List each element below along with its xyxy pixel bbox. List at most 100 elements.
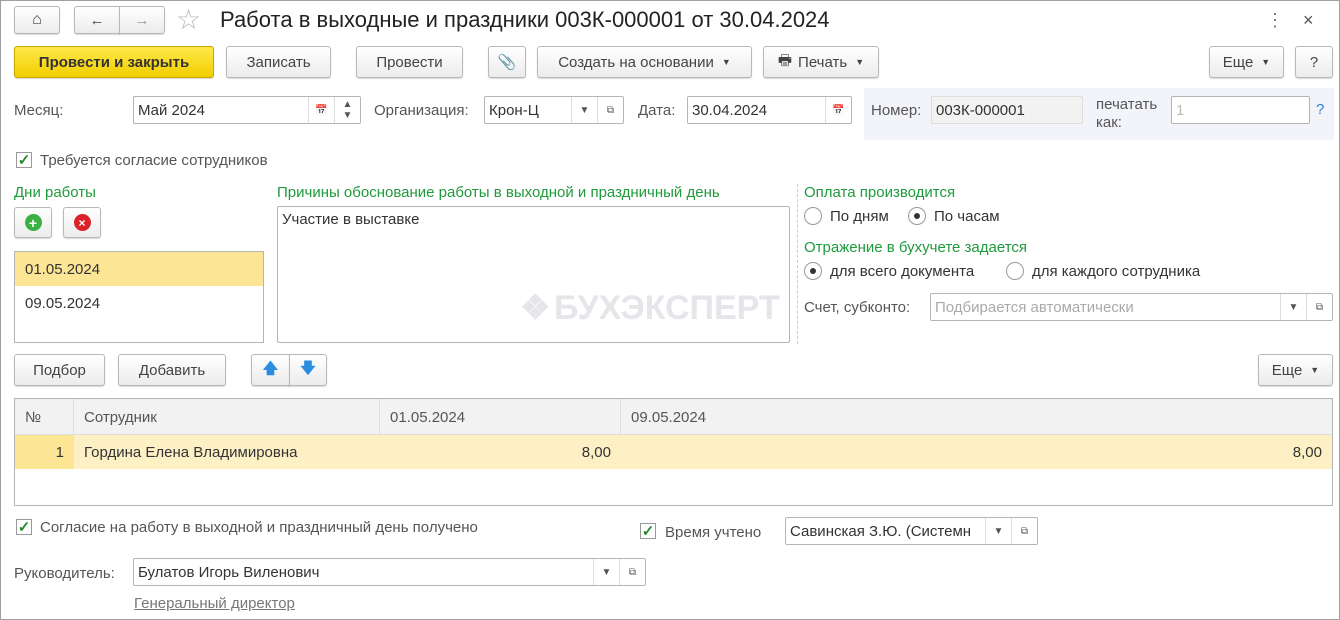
arrow-down-icon: 🡇 bbox=[300, 359, 316, 377]
more-button[interactable]: Еще ▼ bbox=[1209, 46, 1284, 78]
org-input[interactable]: Крон-Ц ▼ ⧉ bbox=[484, 96, 624, 124]
open-icon[interactable]: ⧉ bbox=[1306, 294, 1332, 320]
divider bbox=[797, 184, 798, 344]
date-label: Дата: bbox=[638, 102, 676, 119]
time-counted-input[interactable]: Савинская З.Ю. (Системн ▼ ⧉ bbox=[785, 517, 1038, 545]
month-input[interactable]: Май 2024 📅 ▲ ▼ bbox=[133, 96, 361, 124]
forward-button[interactable]: → bbox=[119, 6, 165, 34]
list-item[interactable]: 01.05.2024 bbox=[15, 252, 263, 286]
open-icon[interactable]: ⧉ bbox=[597, 97, 623, 123]
each-employee-label: для каждого сотрудника bbox=[1032, 263, 1201, 280]
more-label: Еще bbox=[1222, 53, 1254, 71]
more-menu-icon[interactable]: ⋮ bbox=[1266, 10, 1284, 31]
open-icon[interactable]: ⧉ bbox=[619, 559, 645, 585]
post-and-close-button[interactable]: Провести и закрыть bbox=[14, 46, 214, 78]
move-down-button[interactable]: 🡇 bbox=[289, 354, 327, 386]
dropdown-icon: ▼ bbox=[721, 57, 731, 67]
list-item[interactable]: 09.05.2024 bbox=[15, 286, 263, 320]
pick-button[interactable]: Подбор bbox=[14, 354, 105, 386]
each-employee-radio[interactable] bbox=[1006, 262, 1024, 280]
home-button[interactable]: ⌂ bbox=[14, 6, 60, 34]
row-employee: Гордина Елена Владимировна bbox=[84, 443, 298, 461]
delete-circle-icon: × bbox=[73, 214, 91, 231]
star-icon[interactable]: ☆ bbox=[176, 3, 201, 36]
account-label: Счет, субконто: bbox=[804, 299, 911, 316]
work-days-title: Дни работы bbox=[14, 184, 96, 201]
work-days-list[interactable]: 01.05.2024 09.05.2024 bbox=[14, 251, 264, 343]
help-link[interactable]: ? bbox=[1316, 101, 1324, 118]
account-input[interactable]: Подбирается автоматически ▼ ⧉ bbox=[930, 293, 1333, 321]
dropdown-icon: ▼ bbox=[855, 57, 865, 67]
table-more-button[interactable]: Еще ▼ bbox=[1258, 354, 1333, 386]
date-value: 30.04.2024 bbox=[692, 101, 768, 119]
org-value: Крон-Ц bbox=[489, 101, 539, 119]
dropdown-icon[interactable]: ▼ bbox=[1280, 294, 1306, 320]
by-days-radio[interactable] bbox=[804, 207, 822, 225]
add-button[interactable]: Добавить bbox=[118, 354, 226, 386]
manager-value: Булатов Игорь Виленович bbox=[138, 563, 320, 581]
header-employee[interactable]: Сотрудник bbox=[74, 399, 380, 435]
spin-icon[interactable]: ▲ ▼ bbox=[334, 97, 360, 123]
time-counted-label: Время учтено bbox=[665, 524, 762, 541]
print-as-label: печатать как: bbox=[1096, 96, 1158, 131]
dropdown-icon: ▼ bbox=[1310, 365, 1320, 375]
header-number[interactable]: № bbox=[15, 399, 74, 435]
page-title: Работа в выходные и праздники 003К-00000… bbox=[220, 7, 830, 32]
save-button[interactable]: Записать bbox=[226, 46, 331, 78]
paperclip-icon: 📎 bbox=[497, 54, 517, 71]
add-day-button[interactable]: + bbox=[14, 207, 52, 238]
calendar-icon[interactable]: 📅 bbox=[825, 97, 851, 123]
dropdown-icon[interactable]: ▼ bbox=[593, 559, 619, 585]
consent-received-checkbox[interactable]: ✓ bbox=[16, 519, 32, 535]
move-up-button[interactable]: 🡅 bbox=[251, 354, 290, 386]
consent-required-label: Требуется согласие сотрудников bbox=[40, 152, 268, 169]
more-label: Еще bbox=[1271, 361, 1303, 379]
time-counted-value: Савинская З.Ю. (Системн bbox=[790, 522, 972, 540]
close-icon[interactable]: × bbox=[1303, 10, 1314, 31]
account-placeholder: Подбирается автоматически bbox=[935, 298, 1134, 316]
row-number: 1 bbox=[15, 435, 74, 469]
header-day1[interactable]: 01.05.2024 bbox=[380, 399, 621, 435]
manager-input[interactable]: Булатов Игорь Виленович ▼ ⧉ bbox=[133, 558, 646, 586]
consent-received-label: Согласие на работу в выходной и празднич… bbox=[40, 519, 478, 536]
number-input[interactable]: 003К-000001 bbox=[931, 96, 1083, 124]
home-icon: ⌂ bbox=[32, 11, 42, 28]
post-button[interactable]: Провести bbox=[356, 46, 463, 78]
dropdown-icon[interactable]: ▼ bbox=[571, 97, 597, 123]
print-button[interactable]: 🖶 Печать ▼ bbox=[763, 46, 879, 78]
print-as-input[interactable]: 1 bbox=[1171, 96, 1310, 124]
back-button[interactable]: ← bbox=[74, 6, 120, 34]
row-day2-hours: 8,00 bbox=[1292, 443, 1322, 461]
arrow-up-icon: 🡅 bbox=[262, 359, 279, 377]
delete-day-button[interactable]: × bbox=[63, 207, 101, 238]
header-day2[interactable]: 09.05.2024 bbox=[621, 399, 1332, 435]
dropdown-icon[interactable]: ▼ bbox=[985, 518, 1011, 544]
table-row[interactable]: 1 Гордина Елена Владимировна 8,00 8,00 bbox=[15, 435, 1332, 469]
accounting-title: Отражение в бухучете задается bbox=[804, 239, 1028, 256]
employees-table[interactable]: № Сотрудник 01.05.2024 09.05.2024 1 Горд… bbox=[14, 398, 1333, 506]
watermark: ❖ БУХЭКСПЕРТ bbox=[520, 289, 780, 327]
month-label: Месяц: bbox=[14, 102, 64, 119]
org-label: Организация: bbox=[374, 102, 469, 119]
row-day1-hours: 8,00 bbox=[581, 443, 611, 461]
by-hours-radio[interactable] bbox=[908, 207, 926, 225]
month-value: Май 2024 bbox=[138, 101, 205, 119]
create-based-label: Создать на основании bbox=[558, 53, 714, 71]
create-based-button[interactable]: Создать на основании ▼ bbox=[537, 46, 752, 78]
whole-document-label: для всего документа bbox=[830, 263, 975, 280]
time-counted-checkbox[interactable]: ✓ bbox=[640, 523, 656, 539]
date-input[interactable]: 30.04.2024 📅 bbox=[687, 96, 852, 124]
manager-label: Руководитель: bbox=[14, 565, 115, 582]
attach-button[interactable]: 📎 bbox=[488, 46, 526, 78]
number-label: Номер: bbox=[871, 102, 922, 119]
help-button[interactable]: ? bbox=[1295, 46, 1333, 78]
by-hours-label: По часам bbox=[934, 208, 1000, 225]
reasons-title: Причины обоснование работы в выходной и … bbox=[277, 184, 720, 201]
consent-required-checkbox[interactable]: ✓ bbox=[16, 152, 32, 168]
print-label: Печать bbox=[798, 53, 848, 71]
calendar-icon[interactable]: 📅 bbox=[308, 97, 334, 123]
whole-document-radio[interactable] bbox=[804, 262, 822, 280]
plus-circle-icon: + bbox=[24, 214, 42, 231]
manager-position-link[interactable]: Генеральный директор bbox=[134, 595, 295, 612]
open-icon[interactable]: ⧉ bbox=[1011, 518, 1037, 544]
